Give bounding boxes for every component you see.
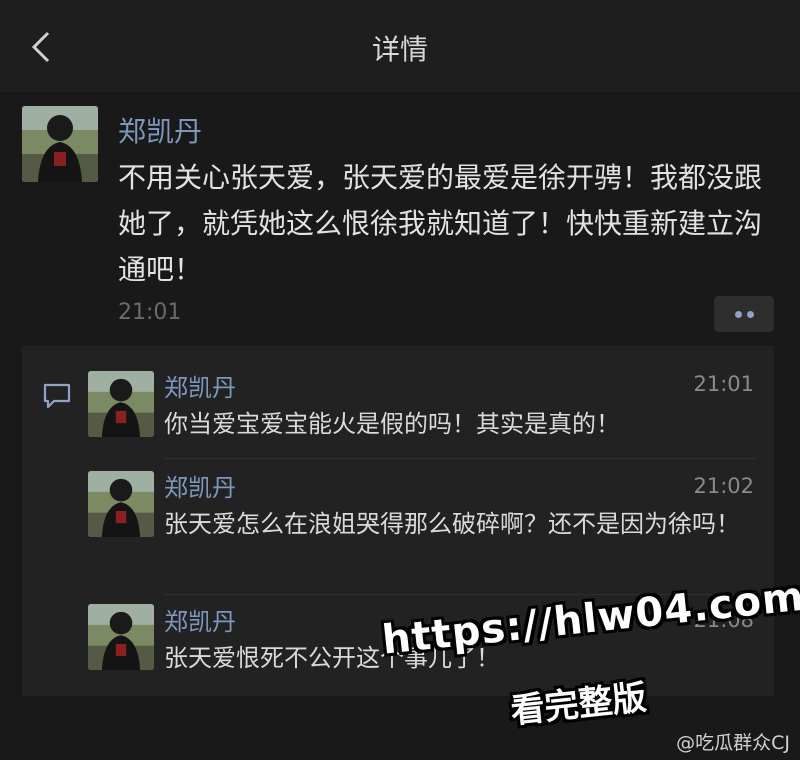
comment-time: 21:01	[693, 372, 754, 396]
divider	[164, 458, 756, 459]
comment-text: 你当爱宝爱宝能火是假的吗！其实是真的！	[164, 410, 620, 438]
avatar[interactable]	[88, 471, 154, 537]
comment-time: 21:02	[693, 474, 754, 498]
top-bar: 详情	[0, 0, 800, 92]
post-time: 21:01	[118, 300, 182, 325]
post-text: 不用关心张天爱，张天爱的最爱是徐开骋！我都没跟她了，就凭她这么恨徐我就知道了！快…	[118, 161, 763, 286]
avatar[interactable]	[22, 106, 98, 182]
post-author[interactable]: 郑凯丹	[118, 110, 202, 150]
avatar[interactable]	[88, 604, 154, 670]
page-title: 详情	[371, 33, 428, 66]
avatar[interactable]	[88, 371, 154, 437]
watermark-subtitle: 看完整版	[508, 677, 649, 732]
comment-icon	[42, 382, 72, 410]
comment-author[interactable]: 郑凯丹	[164, 368, 236, 403]
credit-text: @吃瓜群众CJ	[676, 732, 790, 754]
comment-author[interactable]: 郑凯丹	[164, 602, 236, 637]
comment-text: 张天爱怎么在浪姐哭得那么破碎啊？还不是因为徐吗！	[164, 510, 740, 538]
more-dots-icon[interactable]	[714, 296, 774, 332]
comment-author[interactable]: 郑凯丹	[164, 468, 236, 503]
